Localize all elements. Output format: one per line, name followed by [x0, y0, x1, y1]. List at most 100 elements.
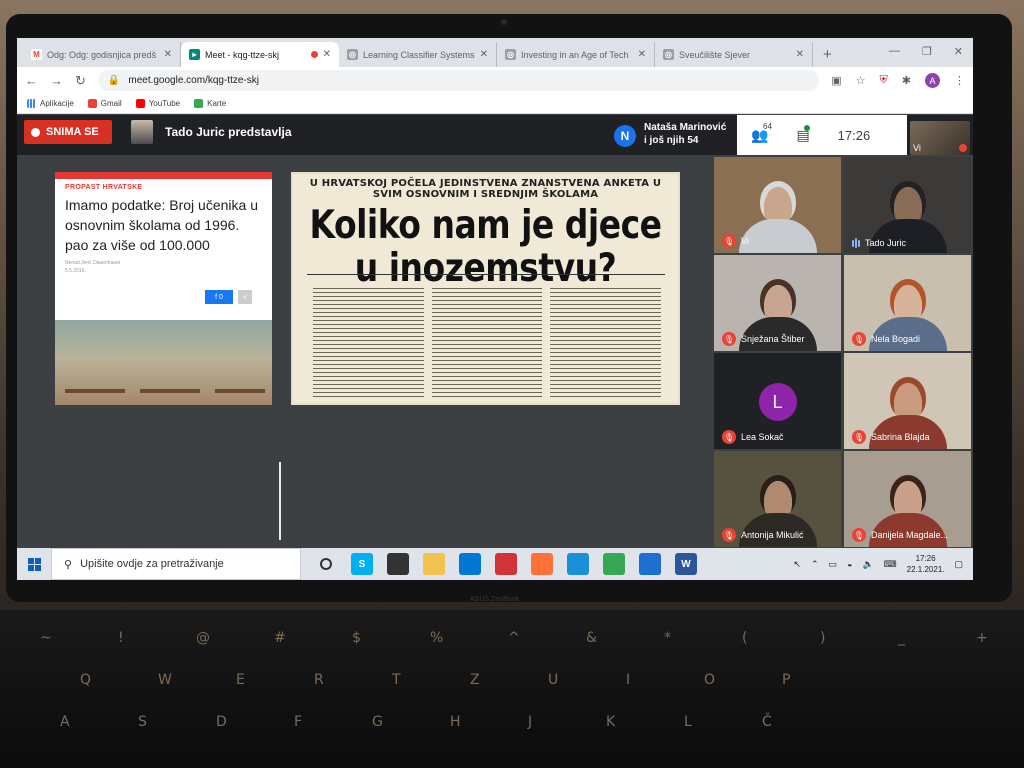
tab-sveuciliste[interactable]: ◎ Sveučilište Sjever ✕ — [655, 42, 813, 67]
webcam-icon — [501, 19, 507, 25]
cortana-icon[interactable] — [315, 553, 337, 575]
keyboard-key: * — [664, 630, 671, 646]
attendee-summary: Nataša Marinović i još njih 54 — [644, 121, 726, 147]
close-icon[interactable]: ✕ — [164, 49, 172, 60]
start-button[interactable] — [17, 548, 51, 580]
keyboard-key: ) — [820, 630, 826, 646]
maximize-icon[interactable]: ❐ — [922, 45, 932, 58]
mail-icon[interactable] — [459, 553, 481, 575]
close-icon[interactable]: ✕ — [480, 49, 488, 60]
keyboard-key: A — [60, 714, 70, 730]
minimize-icon[interactable]: — — [889, 45, 900, 58]
word-icon[interactable]: W — [675, 553, 697, 575]
meeting-controls: 👥 64 ▤ 17:26 — [737, 115, 907, 155]
new-tab-button[interactable]: + — [823, 46, 832, 63]
explorer-icon[interactable] — [423, 553, 445, 575]
star-icon[interactable]: ☆ — [856, 74, 866, 87]
article-screenshot: PROPAST HRVATSKE Imamo podatke: Broj uče… — [55, 172, 272, 405]
keyboard-key: @ — [196, 630, 210, 646]
bookmark-maps[interactable]: Karte — [194, 99, 226, 108]
address-bar[interactable]: 🔒 meet.google.com/kqg-ttze-skj — [97, 70, 820, 91]
bookmark-apps[interactable]: Aplikacije — [27, 99, 74, 108]
people-count: 64 — [763, 121, 772, 131]
network-icon[interactable]: ◒ — [847, 559, 852, 569]
participant-tile[interactable]: 🎙 Danijela Magdale... — [844, 451, 971, 547]
camera-icon[interactable]: ▣ — [831, 74, 841, 87]
taskbar-apps: SW — [315, 553, 697, 575]
participant-tile[interactable]: 🎙 Snježana Štiber — [714, 255, 841, 351]
participant-name: Snježana Štiber — [741, 334, 805, 344]
tab-meet[interactable]: ▸ Meet - kqg-ttze-skj ✕ — [181, 42, 339, 67]
participant-tile[interactable]: 🎙 Nela Bogadi — [844, 255, 971, 351]
desk-shape — [215, 389, 265, 393]
meet-header: SNIMA SE Tado Juric predstavlja N Nataša… — [17, 115, 973, 155]
close-icon[interactable]: ✕ — [323, 49, 331, 60]
clipping-headline: Koliko nam je djece u inozemstvu? — [293, 202, 678, 289]
desk-shape — [140, 389, 200, 393]
meet-icon: ▸ — [189, 49, 200, 60]
volume-icon[interactable]: 🔈 — [862, 559, 873, 570]
presentation-stage: PROPAST HRVATSKE Imamo podatke: Broj uče… — [17, 155, 714, 548]
participant-head — [759, 181, 796, 223]
keyboard-key: ^ — [508, 630, 520, 646]
cursor-icon: ↖ — [793, 558, 801, 569]
back-icon[interactable]: ← — [25, 73, 38, 88]
chat-button[interactable]: ▤ — [796, 124, 811, 144]
self-view-tile[interactable]: Vi — [910, 121, 970, 155]
menu-icon[interactable]: ⋮ — [954, 74, 965, 87]
participant-head — [759, 279, 796, 321]
forward-icon[interactable]: → — [50, 73, 63, 88]
share-icon: < — [238, 290, 252, 304]
apps-icon — [27, 99, 36, 108]
profile-avatar[interactable]: A — [925, 73, 940, 88]
attendee-name: Nataša Marinović — [644, 122, 727, 133]
close-icon[interactable]: ✕ — [796, 49, 804, 60]
gmail-icon: M — [31, 49, 42, 60]
people-button[interactable]: 👥 64 — [751, 122, 772, 144]
bookmark-gmail[interactable]: Gmail — [87, 99, 122, 108]
mic-off-icon: 🎙 — [852, 430, 866, 444]
chat-icon: ▤ — [796, 126, 810, 143]
recording-badge[interactable]: SNIMA SE — [24, 120, 112, 144]
language-icon[interactable]: ⌨ — [884, 559, 897, 570]
close-icon[interactable]: ✕ — [638, 49, 646, 60]
browser-tab-bar: M Odg: Odg: godisnjica predš ✕ ▸ Meet - … — [17, 38, 973, 67]
shield-icon[interactable]: ⛨ — [880, 74, 888, 87]
tab-investing[interactable]: ◎ Investing in an Age of Tech ✕ — [497, 42, 655, 67]
participant-tile[interactable]: 🎙 Sabrina Blajda — [844, 353, 971, 449]
bookmark-youtube[interactable]: YouTube — [135, 99, 180, 108]
clock-time: 17:26 — [915, 554, 936, 563]
participant-name-row: 🎙 Sabrina Blajda — [852, 430, 930, 444]
chevron-up-icon[interactable]: ⌃ — [811, 559, 819, 570]
participant-tile[interactable]: 🎙 Vi — [714, 157, 841, 253]
participant-head — [889, 377, 926, 419]
keyboard-key: % — [430, 630, 444, 646]
gift-icon[interactable] — [495, 553, 517, 575]
chrome-icon[interactable] — [603, 553, 625, 575]
store-icon[interactable] — [387, 553, 409, 575]
close-window-icon[interactable]: ✕ — [954, 45, 963, 58]
firefox-icon[interactable] — [531, 553, 553, 575]
participant-tile[interactable]: Tado Juric — [844, 157, 971, 253]
tab-gmail[interactable]: M Odg: Odg: godisnjica predš ✕ — [23, 42, 181, 67]
app-icon[interactable] — [639, 553, 661, 575]
keyboard-key: $ — [352, 630, 361, 646]
participant-tile[interactable]: 🎙 Antonija Mikulić — [714, 451, 841, 547]
skype-icon[interactable]: S — [351, 553, 373, 575]
fb-count: 0 — [218, 293, 223, 301]
edge-icon[interactable] — [567, 553, 589, 575]
keyboard-key: & — [586, 630, 597, 646]
reload-icon[interactable]: ↻ — [75, 73, 86, 89]
notification-icon[interactable]: ▢ — [954, 559, 963, 570]
battery-icon[interactable]: ▭ — [829, 559, 838, 570]
participant-tile[interactable]: L 🎙 Lea Sokač — [714, 353, 841, 449]
puzzle-icon[interactable]: ✱ — [902, 74, 911, 87]
participant-head — [889, 475, 926, 517]
taskbar-clock[interactable]: 17:26 22.1.2021. — [907, 553, 945, 575]
tab-title: Learning Classifier Systems — [363, 49, 475, 60]
taskbar-search[interactable]: ⚲ Upišite ovdje za pretraživanje — [51, 548, 301, 580]
recording-icon — [310, 51, 318, 58]
tab-learning-classifier[interactable]: ◎ Learning Classifier Systems ✕ — [339, 42, 497, 67]
participant-name: Antonija Mikulić — [741, 530, 804, 540]
tab-title: Meet - kqg-ttze-skj — [205, 49, 280, 60]
